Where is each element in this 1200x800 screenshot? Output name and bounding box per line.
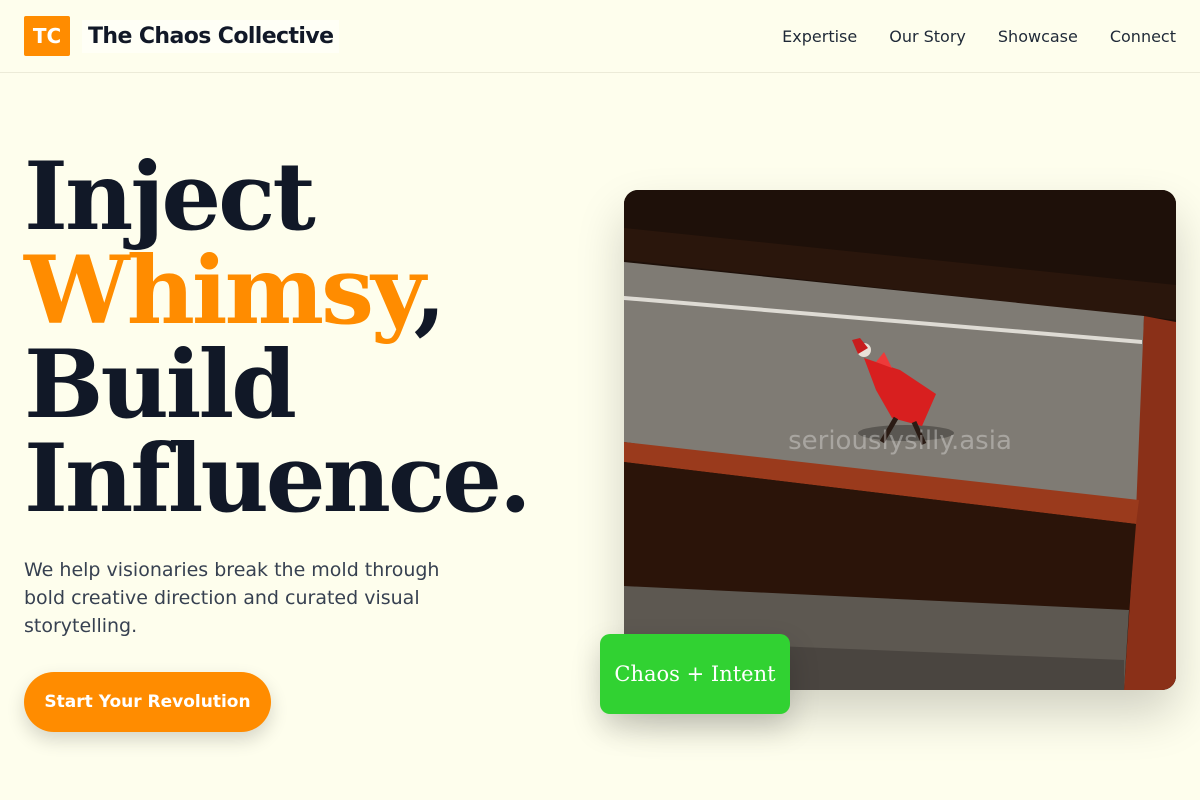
hero-title: Inject Whimsy, Build Influence. [24, 142, 532, 534]
hero-title-line-2: Whimsy, [24, 244, 529, 338]
start-revolution-button[interactable]: Start Your Revolution [24, 672, 271, 732]
hero-photo: seriouslysilly.asia [624, 190, 1176, 690]
nav-link-showcase[interactable]: Showcase [998, 27, 1078, 46]
hero-title-line-3: Build [24, 330, 297, 440]
photo-watermark: seriouslysilly.asia [788, 426, 1012, 456]
logo[interactable]: TC [24, 16, 70, 56]
site-header: TC The Chaos Collective Expertise Our St… [0, 0, 1200, 73]
main-nav: Expertise Our Story Showcase Connect [782, 27, 1176, 46]
brand[interactable]: TC The Chaos Collective [24, 16, 340, 56]
nav-link-expertise[interactable]: Expertise [782, 27, 857, 46]
hero-title-line-4: Influence. [24, 424, 532, 534]
hero-title-comma: , [413, 236, 447, 346]
chaos-intent-badge: Chaos + Intent [600, 634, 790, 714]
hero-title-line-1: Inject [24, 142, 316, 252]
nav-link-our-story[interactable]: Our Story [889, 27, 966, 46]
brand-name[interactable]: The Chaos Collective [82, 19, 340, 53]
hero-subtitle: We help visionaries break the mold throu… [24, 559, 440, 637]
nav-link-connect[interactable]: Connect [1110, 27, 1176, 46]
